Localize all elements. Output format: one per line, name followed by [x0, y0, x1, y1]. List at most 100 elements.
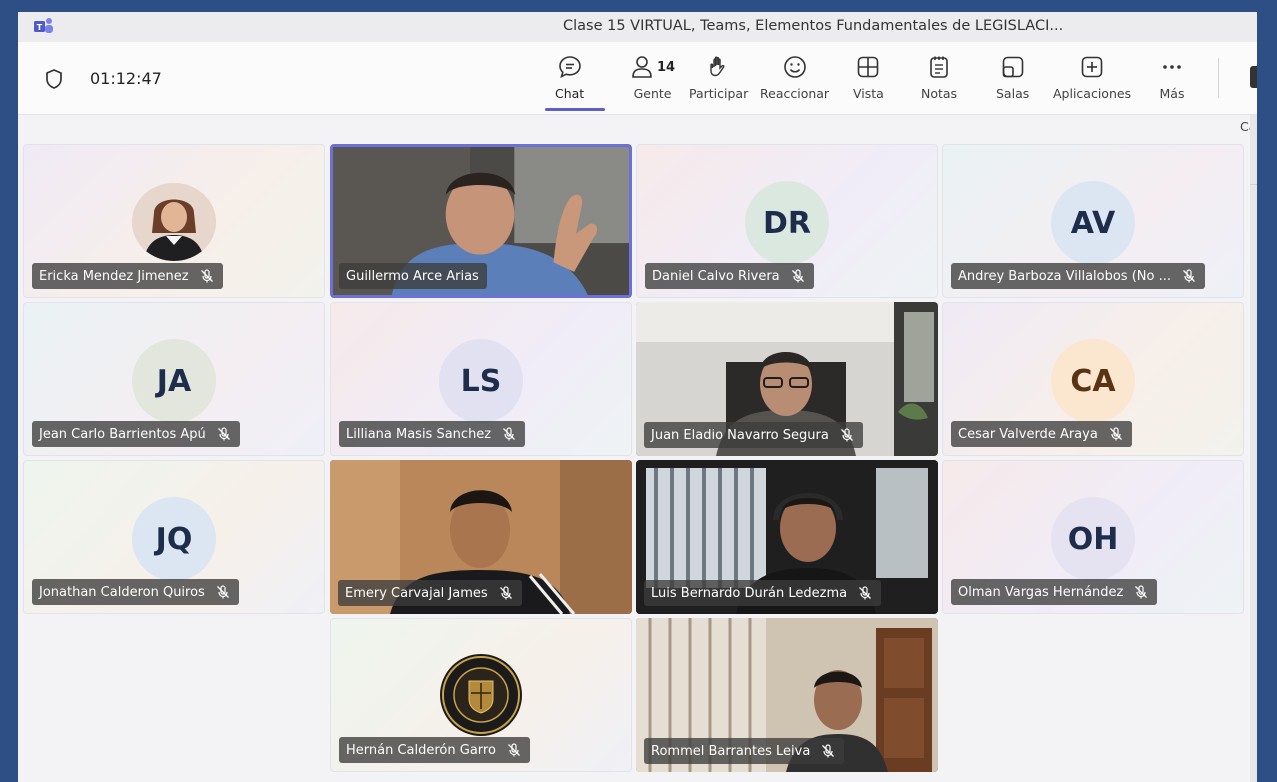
avatar: LS: [439, 339, 523, 423]
participant-name-bar: Rommel Barrantes Leiva: [644, 738, 845, 764]
participant-name-bar: Lilliana Masis Sanchez: [339, 421, 526, 447]
notes-icon: [930, 56, 948, 78]
participant-name: Juan Eladio Navarro Segura: [651, 427, 829, 443]
mic-off-icon: [1183, 269, 1195, 283]
avatar: JA: [132, 339, 216, 423]
meeting-title: Clase 15 VIRTUAL, Teams, Elementos Funda…: [563, 18, 1064, 34]
rooms-button[interactable]: Salas: [996, 54, 1029, 106]
participant-name-bar: Jonathan Calderon Quiros: [32, 579, 239, 605]
view-button[interactable]: Vista: [853, 54, 884, 106]
view-label: Vista: [853, 86, 884, 101]
more-label: Más: [1159, 86, 1185, 101]
participant-tile[interactable]: Emery Carvajal James: [330, 460, 632, 614]
raise-hand-button[interactable]: Participar: [689, 54, 748, 106]
chat-label: Chat: [555, 86, 585, 101]
panel-divider: [1250, 184, 1257, 185]
people-count-badge: 14: [657, 59, 676, 75]
participant-name: Cesar Valverde Araya: [958, 426, 1098, 442]
more-button[interactable]: Más: [1159, 54, 1185, 106]
participant-name: Rommel Barrantes Leiva: [651, 743, 811, 759]
participant-name: Lilliana Masis Sanchez: [346, 426, 492, 442]
participant-tile[interactable]: Hernán Calderón Garro: [330, 618, 632, 772]
oij-badge-logo: [440, 654, 522, 736]
participant-tile[interactable]: JA Jean Carlo Barrientos Apú: [23, 302, 325, 456]
participant-name: Guillermo Arce Arias: [346, 268, 479, 284]
toolbar-divider: [1218, 58, 1219, 98]
mic-off-icon: [840, 428, 853, 442]
avatar: OH: [1051, 497, 1135, 581]
mic-off-icon: [822, 744, 835, 758]
grid-view-icon: [858, 56, 879, 78]
mic-off-icon: [503, 427, 516, 441]
participant-name-bar: Andrey Barboza Villalobos (No ...: [951, 263, 1205, 289]
more-dots-icon: [1163, 65, 1181, 69]
mic-off-icon: [499, 586, 512, 600]
teams-logo-icon: T: [34, 18, 53, 33]
participant-name: Jonathan Calderon Quiros: [39, 584, 205, 600]
participant-name: Andrey Barboza Villalobos (No ...: [958, 268, 1171, 284]
participant-tile[interactable]: Ericka Mendez Jimenez: [23, 144, 325, 298]
react-button[interactable]: Reaccionar: [760, 54, 829, 106]
hand-icon: [709, 56, 725, 77]
people-label: Gente: [633, 86, 672, 101]
mic-off-icon: [200, 269, 213, 283]
participant-name: Olman Vargas Hernández: [958, 584, 1124, 600]
participant-tile[interactable]: OH Olman Vargas Hernández: [942, 460, 1244, 614]
participant-tile[interactable]: Juan Eladio Navarro Segura: [636, 302, 938, 456]
participant-tile[interactable]: DR Daniel Calvo Rivera: [636, 144, 938, 298]
mic-off-icon: [507, 743, 520, 757]
mic-off-icon: [216, 585, 229, 599]
apps-label: Aplicaciones: [1053, 86, 1132, 101]
meeting-toolbar: 01:12:47 Chat 14 Gente Participar Reacci…: [18, 42, 1257, 134]
mic-off-icon: [1135, 585, 1148, 599]
mic-off-icon: [859, 586, 872, 600]
participant-name-bar: Daniel Calvo Rivera: [645, 263, 814, 289]
participant-name: Jean Carlo Barrientos Apú: [39, 426, 206, 442]
add-app-icon: [1081, 56, 1103, 78]
people-icon: [632, 56, 652, 78]
react-label: Reaccionar: [760, 86, 830, 101]
participant-name: Luis Bernardo Durán Ledezma: [651, 585, 848, 601]
participant-tile[interactable]: AV Andrey Barboza Villalobos (No ...: [942, 144, 1244, 298]
participant-tile-active-speaker[interactable]: Guillermo Arce Arias: [330, 144, 632, 298]
participant-tile[interactable]: Rommel Barrantes Leiva: [636, 618, 938, 772]
chat-active-indicator: [545, 108, 605, 111]
participant-name-bar: Jean Carlo Barrientos Apú: [32, 421, 240, 447]
mic-off-icon: [217, 427, 230, 441]
right-panel-edge: [1250, 115, 1257, 782]
participant-name-bar: Guillermo Arce Arias: [339, 263, 487, 289]
participant-name-bar: Juan Eladio Navarro Segura: [644, 422, 863, 448]
participant-name: Hernán Calderón Garro: [346, 742, 496, 758]
avatar: AV: [1051, 181, 1135, 265]
camera-icon[interactable]: [1250, 66, 1257, 88]
shield-icon[interactable]: [44, 68, 64, 90]
notes-button[interactable]: Notas: [921, 54, 957, 106]
mic-off-icon: [791, 269, 804, 283]
participant-name-bar: Cesar Valverde Araya: [951, 421, 1132, 447]
participant-name: Emery Carvajal James: [345, 585, 488, 601]
participant-tile[interactable]: CA Cesar Valverde Araya: [942, 302, 1244, 456]
avatar: JQ: [132, 497, 216, 581]
teams-meeting-window: T Clase 15 VIRTUAL, Teams, Elementos Fun…: [18, 12, 1257, 782]
svg-text:T: T: [37, 23, 43, 32]
avatar: DR: [745, 181, 829, 265]
smile-icon: [783, 56, 806, 78]
participant-tile[interactable]: Luis Bernardo Durán Ledezma: [636, 460, 938, 614]
avatar: CA: [1051, 339, 1135, 423]
participant-name-bar: Luis Bernardo Durán Ledezma: [644, 580, 882, 606]
participant-name: Ericka Mendez Jimenez: [39, 268, 189, 284]
participant-tile[interactable]: JQ Jonathan Calderon Quiros: [23, 460, 325, 614]
chat-button[interactable]: Chat: [555, 54, 584, 106]
avatar: [132, 183, 216, 261]
notes-label: Notas: [921, 86, 958, 101]
participant-name-bar: Ericka Mendez Jimenez: [32, 263, 223, 289]
apps-button[interactable]: Aplicaciones: [1053, 54, 1131, 106]
participant-tile[interactable]: LS Lilliana Masis Sanchez: [330, 302, 632, 456]
title-bar: T Clase 15 VIRTUAL, Teams, Elementos Fun…: [18, 12, 1257, 42]
participant-name-bar: Emery Carvajal James: [338, 580, 522, 606]
chat-icon: [558, 56, 581, 79]
participant-name: Daniel Calvo Rivera: [652, 268, 780, 284]
mic-off-icon: [1109, 427, 1122, 441]
people-button[interactable]: 14 Gente: [630, 54, 675, 106]
meeting-timer: 01:12:47: [90, 69, 162, 88]
